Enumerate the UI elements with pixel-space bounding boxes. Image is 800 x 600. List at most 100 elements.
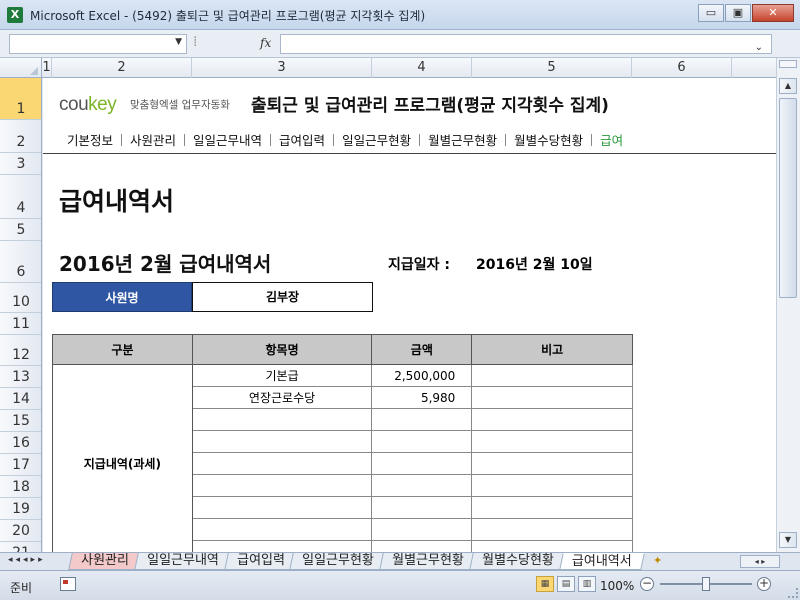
row-header[interactable]: 19 [0,498,41,520]
amount-cell[interactable] [371,496,473,519]
note-cell[interactable] [471,408,633,431]
zoom-out-icon[interactable]: − [640,577,654,591]
note-cell[interactable] [471,452,633,475]
column-header[interactable]: 5 [472,58,632,78]
note-cell[interactable] [471,430,633,453]
menu-item-daily-work-status[interactable]: 일일근무현황 [334,130,419,149]
row-header[interactable]: 5 [0,219,41,241]
column-header[interactable]: 3 [192,58,372,78]
insert-sheet-icon[interactable]: ✦ [647,553,669,570]
column-header[interactable]: 6 [632,58,732,78]
formula-input[interactable]: ⌄ [280,34,772,54]
menu-item-payslip[interactable]: 급여 [592,130,631,149]
scroll-down-icon[interactable]: ▼ [779,532,797,548]
excel-app-icon[interactable]: X [7,7,23,23]
row-header[interactable]: 10 [0,283,41,313]
item-name-cell[interactable] [191,518,373,541]
column-header[interactable]: 1 [42,58,52,78]
zoom-in-icon[interactable]: + [757,577,771,591]
resize-grip-icon[interactable] [788,588,798,598]
row-header[interactable]: 20 [0,520,41,542]
item-name-cell[interactable] [191,540,373,552]
tab-employee-management[interactable]: 사원관리 [68,553,142,570]
restore-button[interactable]: ▣ [725,4,751,22]
macro-record-icon[interactable] [60,577,76,591]
row-header[interactable]: 1 [0,78,41,120]
amount-cell[interactable] [371,540,473,552]
amount-cell[interactable] [371,452,473,475]
menu-item-pay-input[interactable]: 급여입력 [271,130,333,149]
select-all-corner[interactable] [0,58,42,78]
amount-cell[interactable] [371,408,473,431]
row-header[interactable]: 11 [0,313,41,335]
tab-daily-work-log[interactable]: 일일근무내역 [134,553,232,570]
close-button[interactable]: ✕ [752,4,794,22]
row-header[interactable]: 16 [0,432,41,454]
amount-cell[interactable]: 2,500,000 [371,364,473,387]
scroll-up-icon[interactable]: ▲ [779,78,797,94]
row-header[interactable]: 6 [0,241,41,283]
split-handle[interactable] [779,60,797,68]
row-header[interactable]: 12 [0,335,41,366]
category-cell[interactable]: 지급내역(과세) [52,364,193,552]
row-header[interactable]: 14 [0,388,41,410]
tab-daily-work-status[interactable]: 일일근무현황 [289,553,388,570]
amount-cell[interactable] [371,518,473,541]
tab-navigation-icon[interactable]: ◂◂◂▸▸ [8,555,46,565]
menu-item-monthly-work-status[interactable]: 월별근무현황 [420,130,505,149]
row-header[interactable]: 18 [0,476,41,498]
row-header[interactable]: 21 [0,542,41,552]
amount-cell[interactable] [371,474,473,497]
note-cell[interactable] [471,364,633,387]
item-name-cell[interactable] [191,452,373,475]
vertical-scrollbar[interactable]: ▲ ▼ [776,58,800,552]
minimize-button[interactable]: ▭ [698,4,724,22]
menu-item-daily-work-log[interactable]: 일일근무내역 [185,130,270,149]
amount-cell[interactable] [371,430,473,453]
note-cell[interactable] [471,496,633,519]
item-name-cell[interactable] [191,430,373,453]
row-header[interactable]: 15 [0,410,41,432]
note-cell[interactable] [471,540,633,552]
program-title: 출퇴근 및 급여관리 프로그램(평균 지각횟수 집계) [251,96,609,116]
tab-payslip[interactable]: 급여내역서 [558,553,645,570]
scroll-thumb[interactable] [779,98,797,298]
column-header[interactable]: 2 [52,58,192,78]
page-break-preview-button[interactable]: ▥ [578,576,596,592]
normal-view-button[interactable]: ▦ [536,576,554,592]
logo-key-text: key [88,94,117,115]
menu-item-basic-info[interactable]: 기본정보 [43,130,121,149]
item-name-cell[interactable] [191,474,373,497]
row-header[interactable]: 3 [0,153,41,175]
note-cell[interactable] [471,518,633,541]
expand-formula-icon[interactable]: ⌄ [755,42,763,53]
row-header[interactable]: 2 [0,120,41,153]
tab-monthly-allowance-status[interactable]: 월별수당현황 [469,553,567,570]
row-header[interactable]: 13 [0,366,41,388]
amount-cell[interactable]: 5,980 [371,386,473,409]
worksheet-grid[interactable]: coukey 맞춤형엑셀 업무자동화 출퇴근 및 급여관리 프로그램(평균 지각… [43,78,776,552]
menu-item-employee-management[interactable]: 사원관리 [122,130,184,149]
zoom-slider-thumb[interactable] [702,577,710,591]
note-cell[interactable] [471,386,633,409]
tab-pay-input[interactable]: 급여입력 [223,553,298,570]
fx-area: ⁞ fx [190,34,275,54]
item-name-cell[interactable]: 연장근로수당 [191,386,373,409]
name-box[interactable]: ▼ [9,34,187,54]
zoom-level[interactable]: 100% [600,579,634,593]
formula-bar: ▼ ⁞ fx ⌄ [0,30,800,58]
note-cell[interactable] [471,474,633,497]
item-name-cell[interactable] [191,496,373,519]
item-name-cell[interactable]: 기본급 [191,364,373,387]
column-header[interactable]: 4 [372,58,472,78]
menu-item-monthly-allowance-status[interactable]: 월별수당현황 [506,130,591,149]
row-header[interactable]: 4 [0,175,41,219]
horizontal-scrollbar[interactable]: ◂ ▸ [740,555,780,568]
employee-name-cell[interactable]: 김부장 [192,282,373,312]
insert-function-icon[interactable]: fx [260,36,271,50]
chevron-down-icon[interactable]: ▼ [175,37,182,47]
item-name-cell[interactable] [191,408,373,431]
page-layout-view-button[interactable]: ▤ [557,576,575,592]
row-header[interactable]: 17 [0,454,41,476]
tab-monthly-work-status[interactable]: 월별근무현황 [379,553,477,570]
